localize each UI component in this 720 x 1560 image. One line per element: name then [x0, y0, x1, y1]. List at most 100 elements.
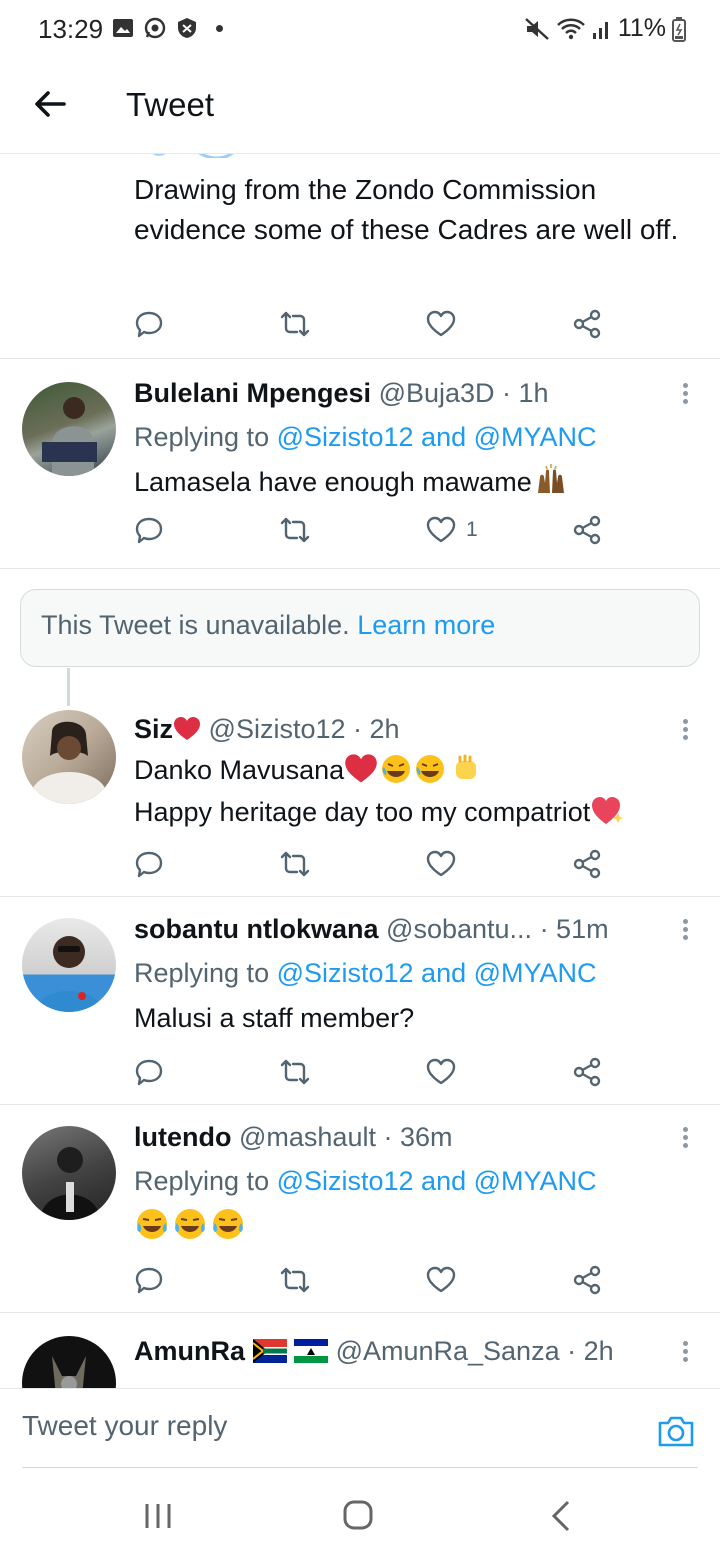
heart-icon	[426, 1058, 456, 1085]
tweet-header: AmunRa @AmunRa_Sanza · 2h	[134, 1332, 664, 1370]
raising-hands-emoji	[537, 464, 564, 493]
reply-button[interactable]	[134, 1052, 164, 1092]
retweet-button[interactable]	[280, 844, 310, 884]
app-header: Tweet	[0, 60, 720, 154]
avatar[interactable]	[22, 1126, 116, 1220]
tweet-body	[134, 1206, 246, 1246]
timestamp: · 36m	[383, 1122, 453, 1152]
retweet-icon	[280, 851, 310, 877]
home-icon[interactable]	[338, 1498, 378, 1534]
share-button[interactable]	[572, 1260, 602, 1300]
status-icons-left	[112, 17, 223, 39]
share-icon	[573, 309, 601, 339]
tweet-item[interactable]: lutendo @mashault · 36m Replying to @Siz…	[0, 1104, 720, 1312]
avatar[interactable]	[22, 918, 116, 1012]
handle[interactable]: @sobantu...	[386, 914, 532, 944]
display-name[interactable]: lutendo	[134, 1122, 231, 1152]
unavailable-tweet-notice: This Tweet is unavailable. Learn more	[20, 589, 700, 667]
tweet-actions	[134, 1260, 614, 1300]
share-button[interactable]	[572, 844, 602, 884]
divider	[0, 568, 720, 569]
avatar[interactable]	[22, 382, 116, 476]
heart-icon	[426, 850, 456, 877]
handle[interactable]: @Buja3D	[379, 378, 495, 408]
tweet-item[interactable]: sobantu ntlokwana @sobantu... · 51m Repl…	[0, 896, 720, 1104]
like-button[interactable]: 1	[426, 510, 478, 550]
reply-icon	[135, 851, 163, 878]
reply-input[interactable]	[22, 1401, 622, 1451]
share-icon	[573, 1057, 601, 1087]
display-name[interactable]: sobantu ntlokwana	[134, 914, 379, 944]
reply-button[interactable]	[134, 510, 164, 550]
tweet-header: Siz @Sizisto12 · 2h	[134, 710, 664, 748]
display-name[interactable]: AmunRa	[134, 1336, 245, 1366]
replying-to-link[interactable]: @Sizisto12 and @MYANC	[277, 958, 597, 988]
reply-button[interactable]	[134, 304, 164, 344]
rofl-emoji	[416, 755, 445, 783]
avatar[interactable]	[22, 1336, 116, 1388]
retweet-button[interactable]	[280, 1260, 310, 1300]
tweet-actions	[134, 844, 614, 884]
reply-button[interactable]	[134, 1260, 164, 1300]
heart-icon	[426, 1266, 456, 1293]
replying-to: Replying to @Sizisto12 and @MYANC	[134, 418, 597, 456]
avatar-image	[36, 936, 102, 1012]
retweet-button[interactable]	[280, 304, 310, 344]
replying-prefix: Replying to	[134, 958, 277, 988]
timestamp: · 1h	[502, 378, 549, 408]
tweet-item[interactable]: AmunRa @AmunRa_Sanza · 2h	[0, 1312, 720, 1388]
replying-to-link[interactable]: @Sizisto12 and @MYANC	[277, 1166, 597, 1196]
unavailable-text: This Tweet is unavailable. Learn more	[41, 610, 495, 641]
whatsapp-icon	[144, 17, 166, 39]
like-button[interactable]	[426, 844, 456, 884]
south-africa-flag-icon	[251, 1339, 287, 1363]
tweet-item[interactable]: Siz @Sizisto12 · 2h Danko Mavusana Happy…	[0, 698, 720, 896]
learn-more-link[interactable]: Learn more	[357, 610, 495, 640]
reply-button[interactable]	[134, 844, 164, 884]
more-options-icon[interactable]	[680, 1124, 690, 1152]
lesotho-flag-icon	[294, 1339, 329, 1363]
like-button[interactable]	[426, 304, 456, 344]
tweet-header: lutendo @mashault · 36m	[134, 1118, 664, 1156]
back-arrow-icon[interactable]	[30, 84, 70, 124]
replying-to-link[interactable]: @Sizisto12 and @MYANC	[277, 422, 597, 452]
status-time: 13:29	[38, 14, 104, 44]
more-options-icon[interactable]	[680, 1338, 690, 1366]
tweet-header: sobantu ntlokwana @sobantu... · 51m	[134, 910, 664, 948]
retweet-button[interactable]	[280, 1052, 310, 1092]
tweet-item[interactable]: Bulelani Mpengesi @Buja3D · 1h Replying …	[0, 358, 720, 568]
handle[interactable]: @mashault	[239, 1122, 376, 1152]
display-name[interactable]: Siz	[134, 714, 173, 744]
share-icon	[573, 515, 601, 545]
battery-icon	[672, 16, 686, 42]
display-name[interactable]: Bulelani Mpengesi	[134, 378, 371, 408]
share-icon	[573, 849, 601, 879]
like-button[interactable]	[426, 1052, 456, 1092]
share-button[interactable]	[572, 304, 602, 344]
avatar[interactable]	[22, 710, 116, 804]
retweet-button[interactable]	[280, 510, 310, 550]
recent-apps-icon[interactable]	[138, 1498, 178, 1534]
tweet-body: Lamasela have enough mawame	[134, 462, 568, 502]
timestamp: · 2h	[567, 1336, 614, 1366]
camera-icon[interactable]	[656, 1411, 696, 1451]
sparkling-heart-emoji	[592, 797, 625, 824]
heart-icon	[426, 310, 456, 337]
tweet-feed[interactable]: Drawing from the Zondo Commission eviden…	[0, 154, 720, 1388]
reply-icon	[135, 1267, 163, 1294]
back-nav-icon[interactable]	[542, 1498, 582, 1534]
more-options-icon[interactable]	[680, 916, 690, 944]
handle[interactable]: @AmunRa_Sanza	[336, 1336, 560, 1366]
tweet-actions	[134, 304, 614, 344]
share-icon	[573, 1265, 601, 1295]
shield-icon	[178, 18, 196, 38]
share-button[interactable]	[572, 510, 602, 550]
more-options-icon[interactable]	[680, 716, 690, 744]
mute-icon	[525, 17, 549, 40]
share-button[interactable]	[572, 1052, 602, 1092]
rofl-emoji	[382, 755, 411, 783]
more-options-icon[interactable]	[680, 380, 690, 408]
like-button[interactable]	[426, 1260, 456, 1300]
handle[interactable]: @Sizisto12	[209, 714, 346, 744]
replying-to: Replying to @Sizisto12 and @MYANC	[134, 954, 597, 992]
